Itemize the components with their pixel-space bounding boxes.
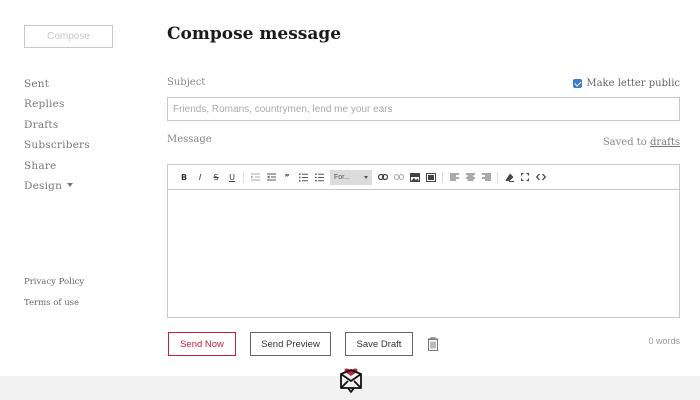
sidebar-item-label: Subscribers: [24, 139, 90, 152]
indent-icon[interactable]: [263, 169, 279, 185]
sidebar-item-design[interactable]: Design: [24, 179, 90, 199]
blockquote-icon[interactable]: ”: [279, 169, 295, 185]
page-title: Compose message: [167, 24, 342, 44]
code-icon[interactable]: [533, 169, 549, 185]
send-preview-button[interactable]: Send Preview: [250, 332, 331, 356]
bullet-list-icon[interactable]: [311, 169, 327, 185]
subject-label: Subject: [167, 77, 206, 88]
message-label: Message: [167, 134, 212, 145]
message-body-input[interactable]: [168, 190, 679, 318]
sidebar-item-drafts[interactable]: Drafts: [24, 118, 90, 138]
sidebar-item-label: Sent: [24, 78, 50, 90]
link-icon[interactable]: [375, 169, 391, 185]
chevron-down-icon: [364, 175, 368, 179]
sidebar-nav: Sent Replies Drafts Subscribers Share De…: [24, 77, 90, 199]
privacy-policy-link[interactable]: Privacy Policy: [24, 277, 84, 298]
sidebar-item-replies[interactable]: Replies: [24, 97, 90, 117]
send-now-button[interactable]: Send Now: [168, 332, 236, 356]
format-select-value: For...: [334, 173, 350, 181]
fullscreen-icon[interactable]: [517, 169, 533, 185]
table-icon[interactable]: [423, 169, 439, 185]
toolbar-divider: [243, 171, 244, 183]
image-icon[interactable]: [407, 169, 423, 185]
align-center-icon[interactable]: [462, 169, 478, 185]
make-public-toggle[interactable]: Make letter public: [573, 78, 680, 89]
toolbar-divider: [442, 171, 443, 183]
sidebar-item-label: Design: [24, 179, 63, 192]
format-select[interactable]: For...: [330, 169, 372, 185]
underline-button[interactable]: U: [224, 169, 240, 185]
ordered-list-icon[interactable]: [295, 169, 311, 185]
caret-down-icon: [67, 182, 74, 187]
saved-status: Saved to drafts: [603, 137, 680, 148]
sidebar-item-sent[interactable]: Sent: [24, 77, 90, 97]
word-count: 0 words: [648, 336, 680, 346]
strikethrough-button[interactable]: S: [208, 169, 224, 185]
trash-icon[interactable]: [427, 336, 439, 351]
sidebar-item-label: Drafts: [24, 118, 59, 131]
envelope-heart-logo: [339, 362, 363, 394]
make-public-checkbox[interactable]: [573, 79, 583, 88]
clear-format-icon[interactable]: [501, 169, 517, 185]
align-right-icon[interactable]: [478, 169, 494, 185]
outdent-icon[interactable]: [247, 169, 263, 185]
saved-prefix: Saved to: [602, 137, 647, 148]
align-left-icon[interactable]: [446, 169, 462, 185]
message-editor: B I S U ” For...: [167, 164, 680, 318]
sidebar-item-label: Replies: [24, 98, 65, 111]
legal-links: Privacy Policy Terms of use: [24, 277, 84, 319]
terms-of-use-link[interactable]: Terms of use: [24, 298, 84, 319]
toolbar-divider: [497, 171, 498, 183]
editor-toolbar: B I S U ” For...: [168, 165, 679, 190]
unlink-icon[interactable]: [391, 169, 407, 185]
make-public-label: Make letter public: [586, 78, 680, 89]
drafts-link[interactable]: drafts: [650, 137, 680, 148]
sidebar-item-subscribers[interactable]: Subscribers: [24, 138, 90, 158]
save-draft-button[interactable]: Save Draft: [345, 332, 413, 356]
sidebar-item-label: Share: [24, 159, 57, 172]
italic-button[interactable]: I: [192, 169, 208, 185]
compose-button[interactable]: Compose: [24, 25, 113, 48]
bold-button[interactable]: B: [176, 169, 192, 185]
subject-input[interactable]: [167, 97, 680, 121]
sidebar-item-share[interactable]: Share: [24, 159, 90, 179]
